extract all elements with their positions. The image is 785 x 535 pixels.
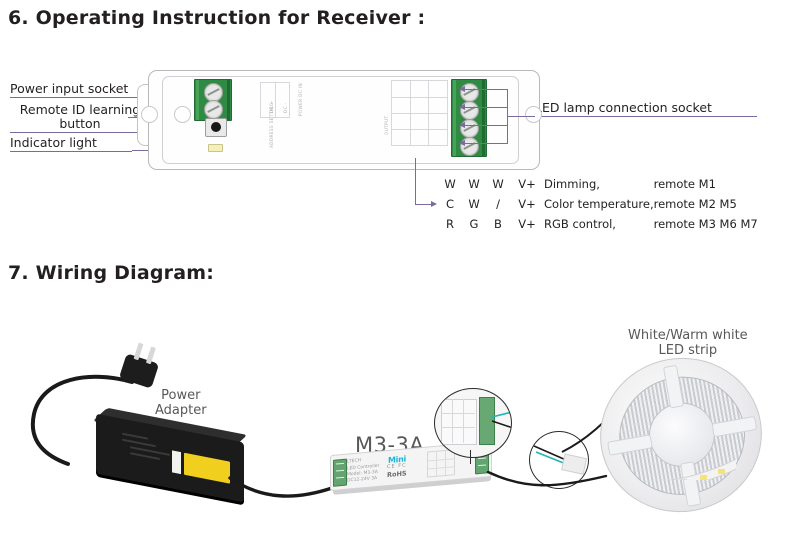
label-led-strip: White/Warm white LED strip (628, 328, 748, 358)
leader-arrow-table (431, 200, 437, 207)
cell-remote: remote M2 M5 (653, 197, 737, 211)
cell-remote: remote M1 (653, 177, 716, 191)
cell-mode: Color temperature, (544, 197, 654, 211)
section-7-heading: 7. Wiring Diagram: (8, 262, 215, 284)
leader-line-output-4 (465, 143, 508, 145)
cell-ch2: W (468, 197, 480, 211)
input-terminal-screw-2 (204, 100, 223, 119)
cell-ch1: C (445, 197, 455, 211)
controller-brand: LTECH (347, 458, 362, 465)
label-power-input-socket: Power input socket (10, 82, 150, 98)
silk-power-dc-in: POWER DC IN (298, 82, 303, 116)
table-row: W W W V+ Dimming, remote M1 (438, 174, 758, 194)
reel-outer-flange (587, 345, 775, 525)
label-remote-id-line1: Remote ID learning (19, 102, 141, 117)
receiver-device-illustration: DC + DC - POWER DC IN ADDRESS SETTING OU… (137, 70, 542, 170)
cell-voltage: V+ (518, 197, 536, 211)
dip-cell (428, 458, 454, 462)
cell-mode: RGB control, (544, 217, 616, 231)
led-strip-reel (587, 345, 775, 525)
label-remote-id-line2: button (59, 116, 101, 131)
silk-address-setting: ADDRESS SETTING (269, 102, 274, 148)
silkscreen-divider (275, 83, 276, 117)
output-wiring-table: W W W V+ Dimming, remote M1 C W / V+ Col… (438, 174, 758, 234)
mounting-hole-left (141, 106, 158, 123)
cell-ch3: / (496, 197, 500, 211)
adapter-vent-line (122, 438, 156, 448)
cell-ch2: W (468, 177, 480, 191)
label-led-strip-line1: White/Warm white (628, 328, 748, 343)
power-input-terminal-block (194, 79, 232, 121)
silk-row-2 (392, 113, 447, 114)
adapter-vent-lines (122, 432, 176, 465)
silk-row-3 (392, 129, 447, 130)
label-power-adapter-line2: Adapter (155, 403, 207, 418)
leader-line-output-1 (465, 89, 508, 91)
adapter-vent-line (130, 452, 160, 461)
label-power-adapter-line1: Power (161, 388, 201, 403)
cell-voltage: V+ (518, 177, 536, 191)
leader-line-table-vertical (415, 158, 417, 204)
silk-dc-minus: DC - (283, 102, 288, 113)
adapter-rating-label (184, 452, 230, 484)
section-6-heading: 6. Operating Instruction for Receiver : (8, 7, 426, 29)
silk-row-1 (392, 97, 447, 98)
plug-prong-1 (133, 342, 144, 361)
remote-id-learning-button[interactable] (205, 118, 227, 137)
dip-cell (428, 466, 454, 470)
magnifier-leader-terminal (470, 450, 471, 464)
leader-line-output-2 (465, 107, 508, 109)
cell-ch3: W (492, 177, 504, 191)
cell-mode: Dimming, (544, 177, 600, 191)
input-silkscreen-box: DC + DC - (260, 82, 290, 118)
controller-input-terminal (333, 458, 347, 487)
mounting-hole-right (525, 106, 542, 123)
mounting-hole-inner-left (174, 106, 191, 123)
silk-output-text: OUTPUT (384, 115, 389, 135)
label-led-lamp-connection-socket: LED lamp connection socket (535, 101, 757, 117)
cell-ch3: B (494, 217, 502, 231)
wiring-diagram-scene: Power Adapter M3-3A LTECH LED Controller… (0, 300, 785, 535)
controller-rohs-mark: RoHS (387, 469, 407, 480)
magnifier-content-terminal (435, 389, 511, 457)
cell-remote: remote M3 M6 M7 (653, 217, 758, 231)
label-power-adapter: Power Adapter (155, 388, 207, 418)
magnifier-controller-terminal (434, 388, 512, 458)
indicator-light-led (208, 144, 223, 152)
cell-ch1: W (444, 177, 456, 191)
label-led-strip-line2: LED strip (658, 343, 718, 358)
leader-line-led-socket (507, 116, 535, 118)
cell-ch2: G (469, 217, 479, 231)
led-output-terminal-block (451, 79, 487, 157)
table-row: C W / V+ Color temperature, remote M2 M5 (438, 194, 758, 214)
cell-voltage: V+ (518, 217, 536, 231)
output-silkscreen-grid: OUTPUT (384, 80, 448, 146)
table-row: R G B V+ RGB control, remote M3 M6 M7 (438, 214, 758, 234)
led-strip-tail (670, 458, 736, 480)
plug-prong-2 (145, 346, 156, 365)
label-indicator-light: Indicator light (10, 136, 132, 152)
leader-line-output-3 (465, 125, 508, 127)
cell-ch1: R (446, 217, 454, 231)
